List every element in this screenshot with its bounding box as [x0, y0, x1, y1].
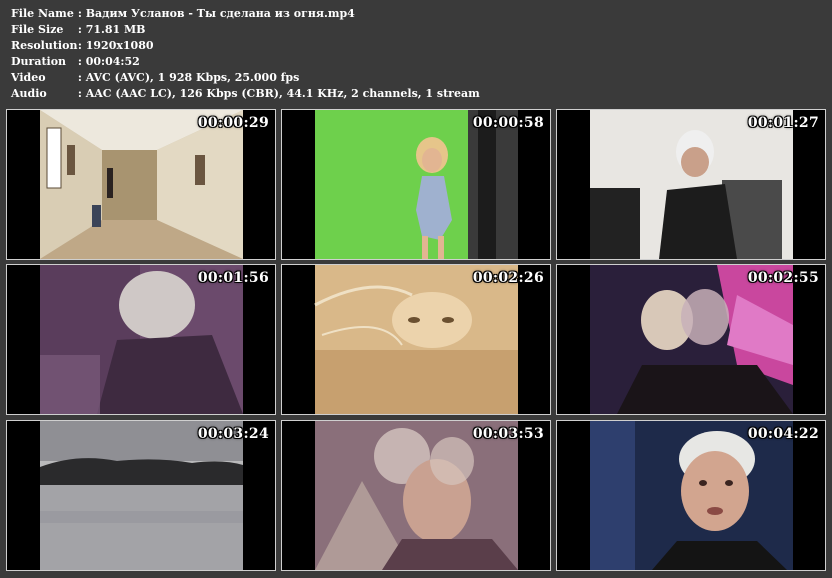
singer-closeup-scene — [557, 421, 825, 570]
corridor-scene — [7, 110, 275, 259]
purple-back-scene — [7, 265, 275, 414]
timestamp-label: 00:04:22 — [747, 426, 819, 442]
thumbnail-frame[interactable]: 00:01:27 — [556, 109, 826, 260]
timestamp-label: 00:00:29 — [197, 115, 269, 131]
timestamp-label: 00:01:27 — [747, 115, 819, 131]
thumbnail-frame[interactable]: 00:03:24 — [6, 420, 276, 571]
timestamp-label: 00:02:55 — [747, 270, 819, 286]
thumbnail-frame[interactable]: 00:00:29 — [6, 109, 276, 260]
studio-scene — [557, 110, 825, 259]
golden-face-scene — [282, 265, 550, 414]
overlay-faces-scene — [282, 421, 550, 570]
timestamp-label: 00:03:53 — [472, 426, 544, 442]
lake-scene — [7, 421, 275, 570]
thumbnail-frame[interactable]: 00:02:26 — [281, 264, 551, 415]
thumbnail-frame[interactable]: 00:00:58 — [281, 109, 551, 260]
timestamp-label: 00:00:58 — [472, 115, 544, 131]
thumbnail-frame[interactable]: 00:02:55 — [556, 264, 826, 415]
timestamp-label: 00:02:26 — [472, 270, 544, 286]
thumbnail-frame[interactable]: 00:01:56 — [6, 264, 276, 415]
thumbnail-frame[interactable]: 00:04:22 — [556, 420, 826, 571]
greenscreen-scene — [282, 110, 550, 259]
double-face-scene — [557, 265, 825, 414]
thumbnail-grid: 00:00:29 00:00:58 00:01:27 00:01:56 00:0… — [0, 0, 832, 578]
timestamp-label: 00:01:56 — [197, 270, 269, 286]
timestamp-label: 00:03:24 — [197, 426, 269, 442]
thumbnail-frame[interactable]: 00:03:53 — [281, 420, 551, 571]
